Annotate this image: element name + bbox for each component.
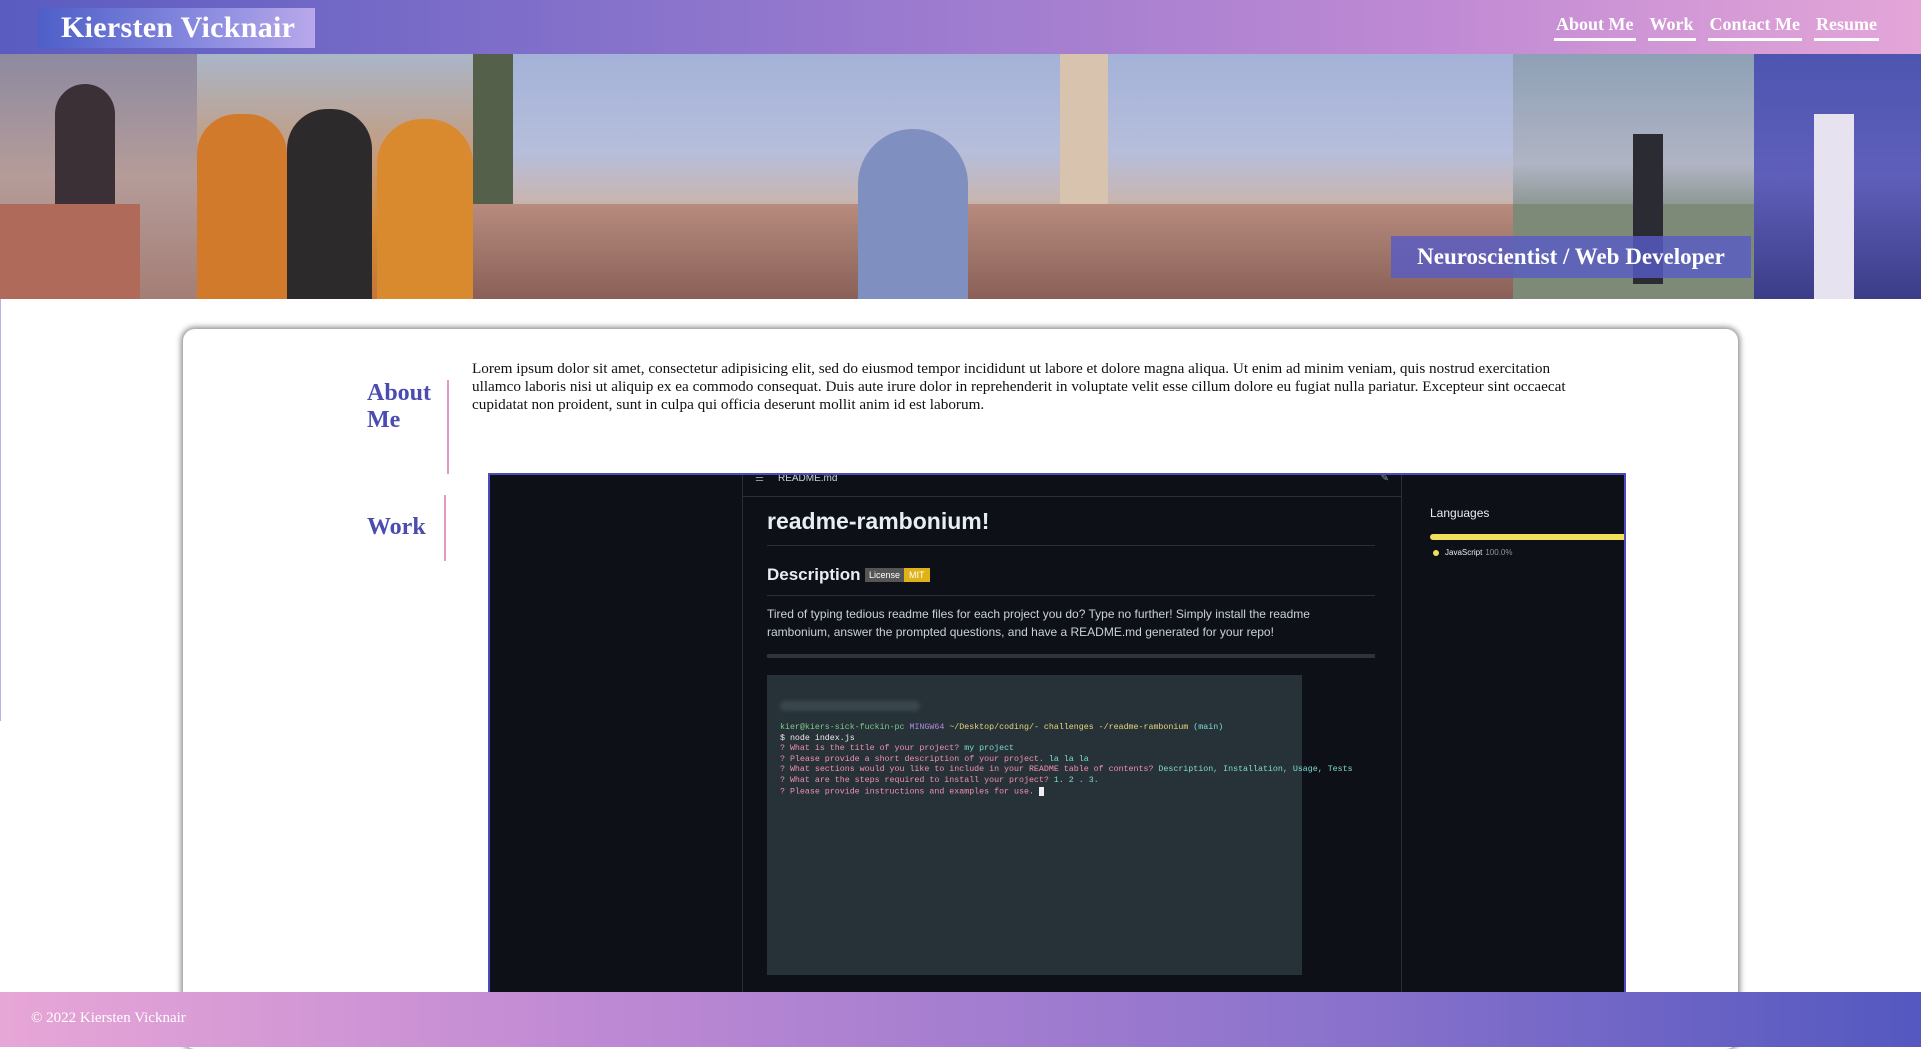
banner-photo-campus-view <box>473 54 1513 299</box>
languages-bar <box>1430 534 1624 540</box>
banner-photo-family <box>197 54 473 299</box>
repo-sidebar: Languages JavaScript 100.0% <box>1415 475 1624 995</box>
terminal-question: ? What are the steps required to install… <box>780 776 1302 787</box>
terminal-user: kier@kiers-sick-fuckin-pc <box>780 723 905 732</box>
terminal-answer: 1. 2 . 3. <box>1053 775 1099 785</box>
site-brand[interactable]: Kiersten Vicknair <box>38 8 315 48</box>
terminal-question-text: ? What are the steps required to install… <box>780 775 1049 785</box>
list-icon: ☰ <box>755 473 764 484</box>
language-dot-icon <box>1433 549 1439 556</box>
readme-file-name: README.md <box>778 473 838 484</box>
terminal-branch: (main) <box>1193 723 1224 732</box>
hero-banner: Neuroscientist / Web Developer <box>0 54 1921 299</box>
terminal-question: ? What is the title of your project? my … <box>780 744 1302 755</box>
license-badge-label: License <box>865 568 905 582</box>
terminal-env: MINGW64 <box>909 723 945 732</box>
terminal-command: $ node index.js <box>780 733 855 743</box>
terminal-blurred-title <box>780 701 920 711</box>
license-badge-value: MIT <box>904 568 930 582</box>
terminal-question: ? Please provide instructions and exampl… <box>780 786 1302 798</box>
readme-file-header: ☰ README.md ✎ <box>743 475 1401 497</box>
language-item: JavaScript 100.0% <box>1433 548 1513 558</box>
readme-description-heading: Description <box>767 565 861 584</box>
nav-about-me[interactable]: About Me <box>1554 13 1636 41</box>
about-me-text: Lorem ipsum dolor sit amet, consectetur … <box>472 360 1566 413</box>
language-percent: 100.0% <box>1485 548 1513 557</box>
banner-photo-graduate <box>0 54 197 299</box>
nav-work[interactable]: Work <box>1647 13 1696 41</box>
about-me-heading: About Me <box>367 380 449 474</box>
terminal-answer: Description, Installation, Usage, Tests <box>1158 765 1353 775</box>
nav-contact-me[interactable]: Contact Me <box>1707 13 1802 41</box>
work-heading: Work <box>367 495 446 561</box>
banner-tagline: Neuroscientist / Web Developer <box>1391 236 1751 278</box>
readme-description: Tired of typing tedious readme files for… <box>767 607 1310 639</box>
banner-photo-tower-night <box>1754 54 1921 299</box>
terminal-cursor <box>1038 786 1044 796</box>
terminal-answer: la la la <box>1048 754 1089 764</box>
main-nav: About Me Work Contact Me Resume <box>1554 13 1879 41</box>
readme-panel: ☰ README.md ✎ readme-rambonium! Descript… <box>742 475 1402 995</box>
terminal-demo: kier@kiers-sick-fuckin-pc MINGW64 ~/Desk… <box>767 675 1353 975</box>
terminal-answer: my project <box>964 744 1015 754</box>
nav-resume[interactable]: Resume <box>1814 13 1879 41</box>
pencil-icon: ✎ <box>1380 473 1389 484</box>
site-header: Kiersten Vicknair About Me Work Contact … <box>0 0 1921 54</box>
footer-copyright: © 2022 Kiersten Vicknair <box>31 1010 186 1026</box>
terminal-question-text: ? What sections would you like to includ… <box>780 765 1154 775</box>
terminal-question-text: ? Please provide instructions and exampl… <box>780 787 1034 797</box>
terminal-prompt-line: kier@kiers-sick-fuckin-pc MINGW64 ~/Desk… <box>780 723 1302 734</box>
readme-title: readme-rambonium! <box>767 508 990 534</box>
readme-divider <box>767 595 1375 596</box>
language-name: JavaScript <box>1445 548 1483 557</box>
terminal-question-text: ? What is the title of your project? <box>780 744 960 754</box>
readme-divider-thick <box>767 654 1375 658</box>
work-project-screenshot[interactable]: ☰ README.md ✎ readme-rambonium! Descript… <box>488 473 1626 997</box>
page-edge-line <box>0 299 1 721</box>
terminal-question-text: ? Please provide a short description of … <box>780 754 1044 764</box>
terminal-question: ? What sections would you like to includ… <box>780 765 1353 776</box>
languages-heading: Languages <box>1430 506 1490 520</box>
terminal-question: ? Please provide a short description of … <box>780 755 1302 766</box>
readme-divider <box>767 545 1375 546</box>
site-footer: © 2022 Kiersten Vicknair <box>0 992 1921 1047</box>
terminal-path: ~/Desktop/coding/- challenges -/readme-r… <box>949 723 1189 732</box>
license-badge: License MIT <box>865 568 930 582</box>
